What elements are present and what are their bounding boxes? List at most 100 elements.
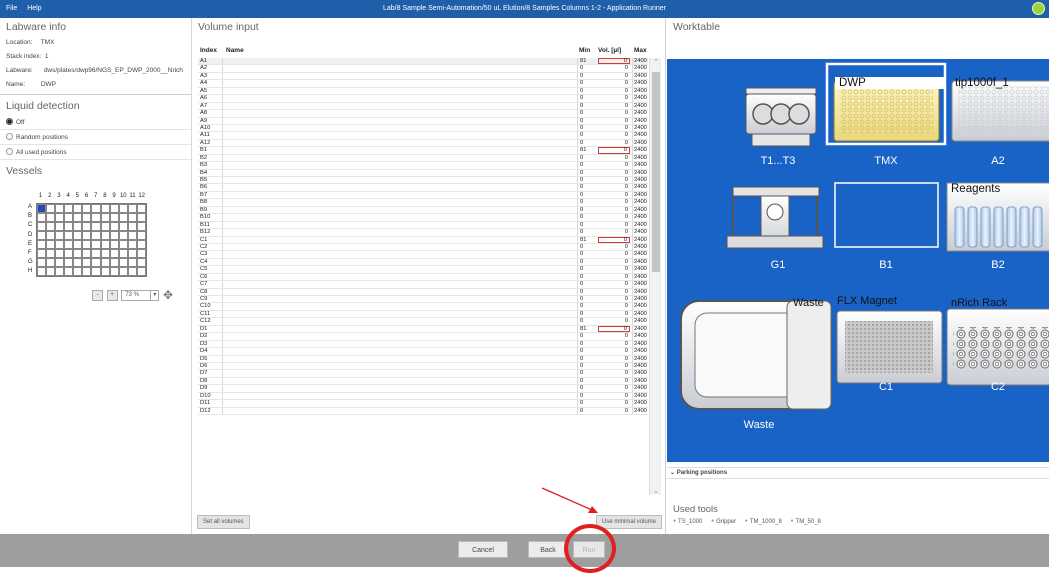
row-name-field[interactable] xyxy=(222,58,577,65)
row-name-field[interactable] xyxy=(222,72,577,80)
row-volume-input[interactable]: 0 xyxy=(598,318,630,324)
row-volume-input[interactable]: 0 xyxy=(598,118,630,124)
row-name-field[interactable] xyxy=(222,229,577,236)
row-volume-input[interactable]: 0 xyxy=(598,348,630,354)
plate-well[interactable] xyxy=(118,258,128,267)
row-volume-input[interactable]: 0 xyxy=(598,155,630,161)
plate-well[interactable] xyxy=(82,204,92,213)
row-volume-input[interactable]: 0 xyxy=(598,303,630,309)
row-volume-input[interactable]: 0 xyxy=(598,356,630,362)
plate-well[interactable] xyxy=(73,213,83,222)
plate-well[interactable] xyxy=(37,231,47,240)
plate-well[interactable] xyxy=(82,222,92,231)
plate-well[interactable] xyxy=(127,222,137,231)
row-volume-input[interactable]: 0 xyxy=(598,400,630,406)
row-name-field[interactable] xyxy=(222,184,577,191)
row-name-field[interactable] xyxy=(222,362,577,370)
plate-well[interactable] xyxy=(64,222,74,231)
plate-well[interactable] xyxy=(127,240,137,249)
plate-well[interactable] xyxy=(46,240,56,249)
row-volume-input[interactable]: 0 xyxy=(598,80,630,86)
plate-well[interactable] xyxy=(136,213,146,222)
plate-well[interactable] xyxy=(64,240,74,249)
plate-well[interactable] xyxy=(91,222,101,231)
use-minimal-volume-button[interactable]: Use minimal volume xyxy=(596,515,663,529)
plate-well[interactable] xyxy=(127,231,137,240)
plate-well[interactable] xyxy=(82,249,92,258)
row-volume-input[interactable]: 0 xyxy=(598,140,630,146)
row-name-field[interactable] xyxy=(222,199,577,206)
row-name-field[interactable] xyxy=(222,251,577,258)
tip-rack-label[interactable]: tip1000f_1 xyxy=(955,77,1009,89)
plate-well[interactable] xyxy=(82,213,92,222)
plate-well[interactable] xyxy=(82,258,92,267)
plate-well[interactable] xyxy=(82,240,92,249)
plate-well[interactable] xyxy=(55,231,65,240)
row-volume-input[interactable]: 0 xyxy=(598,199,630,205)
plate-well[interactable] xyxy=(100,213,110,222)
row-name-field[interactable] xyxy=(222,154,577,162)
row-volume-input[interactable]: 0 xyxy=(598,333,630,339)
row-volume-input[interactable]: 0 xyxy=(598,311,630,317)
row-name-field[interactable] xyxy=(222,310,577,318)
plate-well[interactable] xyxy=(91,240,101,249)
nrich-rack-label[interactable]: nRich Rack xyxy=(951,297,1007,309)
scroll-up-icon[interactable]: ⌃ xyxy=(650,58,662,66)
row-name-field[interactable] xyxy=(222,318,577,325)
zoom-in-button[interactable]: + xyxy=(106,289,118,301)
row-name-field[interactable] xyxy=(222,296,577,303)
plate-well[interactable] xyxy=(100,204,110,213)
row-name-field[interactable] xyxy=(222,400,577,407)
row-volume-input[interactable]: 0 xyxy=(598,236,630,243)
plate-well[interactable] xyxy=(118,267,128,276)
plate-well[interactable] xyxy=(127,213,137,222)
plate-well[interactable] xyxy=(55,267,65,276)
row-name-field[interactable] xyxy=(222,102,577,110)
row-volume-input[interactable]: 0 xyxy=(598,65,630,71)
row-name-field[interactable] xyxy=(222,348,577,355)
row-name-field[interactable] xyxy=(222,191,577,199)
row-name-field[interactable] xyxy=(222,65,577,72)
plate-well[interactable] xyxy=(46,222,56,231)
row-name-field[interactable] xyxy=(222,206,577,214)
plate-well[interactable] xyxy=(118,204,128,213)
plate-well[interactable] xyxy=(37,249,47,258)
plate-well[interactable] xyxy=(127,267,137,276)
row-name-field[interactable] xyxy=(222,139,577,147)
plate-well[interactable] xyxy=(55,240,65,249)
plate-well[interactable] xyxy=(136,267,146,276)
plate-well[interactable] xyxy=(37,267,47,276)
row-name-field[interactable] xyxy=(222,110,577,117)
plate-well[interactable] xyxy=(91,249,101,258)
plate-well[interactable] xyxy=(127,204,137,213)
plate-well[interactable] xyxy=(100,222,110,231)
plate-well[interactable] xyxy=(64,204,74,213)
row-name-field[interactable] xyxy=(222,132,577,139)
row-name-field[interactable] xyxy=(222,355,577,362)
plate-well[interactable] xyxy=(136,249,146,258)
row-name-field[interactable] xyxy=(222,407,577,414)
plate-well[interactable] xyxy=(64,249,74,258)
plate-well[interactable] xyxy=(46,213,56,222)
plate-well[interactable] xyxy=(100,267,110,276)
dwp-label[interactable]: DWP xyxy=(835,77,945,89)
row-volume-input[interactable]: 0 xyxy=(598,274,630,280)
row-name-field[interactable] xyxy=(222,214,577,221)
plate-well[interactable] xyxy=(64,267,74,276)
plate-well[interactable] xyxy=(109,240,119,249)
scroll-thumb[interactable] xyxy=(652,72,660,272)
row-volume-input[interactable]: 0 xyxy=(598,393,630,399)
back-button[interactable]: Back xyxy=(528,541,568,558)
row-volume-input[interactable]: 0 xyxy=(598,370,630,376)
plate-well[interactable] xyxy=(55,249,65,258)
plate-well[interactable] xyxy=(46,231,56,240)
plate-well[interactable] xyxy=(73,222,83,231)
plate-well[interactable] xyxy=(136,204,146,213)
row-volume-input[interactable]: 0 xyxy=(598,378,630,384)
plate-well[interactable] xyxy=(118,240,128,249)
row-volume-input[interactable]: 0 xyxy=(598,289,630,295)
row-name-field[interactable] xyxy=(222,392,577,400)
plate-well[interactable] xyxy=(64,213,74,222)
plate-well[interactable] xyxy=(109,249,119,258)
plate-well[interactable] xyxy=(136,258,146,267)
